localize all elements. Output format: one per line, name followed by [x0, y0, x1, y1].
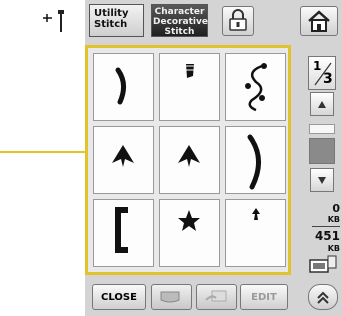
home-icon	[308, 10, 330, 32]
utility-tab-line2: Stitch	[94, 19, 128, 30]
stitch-pattern-grid	[85, 45, 291, 275]
close-button[interactable]: CLOSE	[92, 284, 146, 310]
page-total: 3	[323, 71, 333, 87]
memory-divider	[312, 226, 340, 227]
memory-used-unit: KB	[327, 215, 340, 224]
stitch-pattern-2[interactable]	[159, 53, 220, 121]
stitch-pattern-4[interactable]	[93, 126, 154, 194]
close-label: CLOSE	[101, 291, 137, 303]
needle-mode-icon	[40, 6, 70, 36]
character-tab-line2: Decorative	[153, 17, 208, 27]
triangle-down-icon	[318, 177, 326, 184]
stitch-pattern-3[interactable]	[225, 53, 286, 121]
stitch-pattern-8[interactable]	[159, 199, 220, 267]
stitch-pattern-6[interactable]	[225, 126, 286, 194]
pocket-icon	[160, 291, 179, 303]
edit-button[interactable]: EDIT	[240, 284, 288, 310]
expand-up-button[interactable]	[308, 284, 338, 310]
character-tab-line1: Character	[154, 7, 205, 17]
character-tab-line3: Stitch	[164, 27, 195, 37]
scroll-track[interactable]	[309, 138, 335, 164]
stitch-pattern-7[interactable]	[93, 199, 154, 267]
utility-stitch-tab[interactable]: Utility Stitch	[89, 4, 144, 37]
triangle-up-icon	[318, 101, 326, 108]
utility-tab-line1: Utility	[94, 8, 129, 19]
scroll-thumb[interactable]	[309, 124, 335, 134]
page-indicator: 1 3	[308, 56, 336, 90]
memory-used-value: 0	[332, 202, 340, 215]
hand-card-icon	[204, 290, 226, 302]
character-decorative-stitch-tab[interactable]: Character Decorative Stitch	[151, 4, 208, 37]
stitch-pattern-1[interactable]	[93, 53, 154, 121]
scroll-up-button[interactable]	[310, 92, 334, 116]
scroll-down-button[interactable]	[310, 168, 334, 192]
home-button[interactable]	[300, 6, 338, 36]
double-chevron-up-icon	[317, 291, 329, 304]
memory-free-value: 451	[314, 229, 340, 243]
edit-label: EDIT	[251, 291, 277, 303]
stitch-pattern-5[interactable]	[159, 126, 220, 194]
pc-transfer-button[interactable]	[196, 284, 237, 310]
lock-button[interactable]	[222, 6, 254, 36]
padlock-icon	[229, 9, 247, 31]
memory-free-unit: KB	[327, 244, 340, 253]
file-memory-button[interactable]	[151, 284, 192, 310]
stitch-pattern-9[interactable]	[225, 199, 286, 267]
callout-line	[0, 151, 85, 153]
machine-memory-icon	[308, 254, 338, 278]
